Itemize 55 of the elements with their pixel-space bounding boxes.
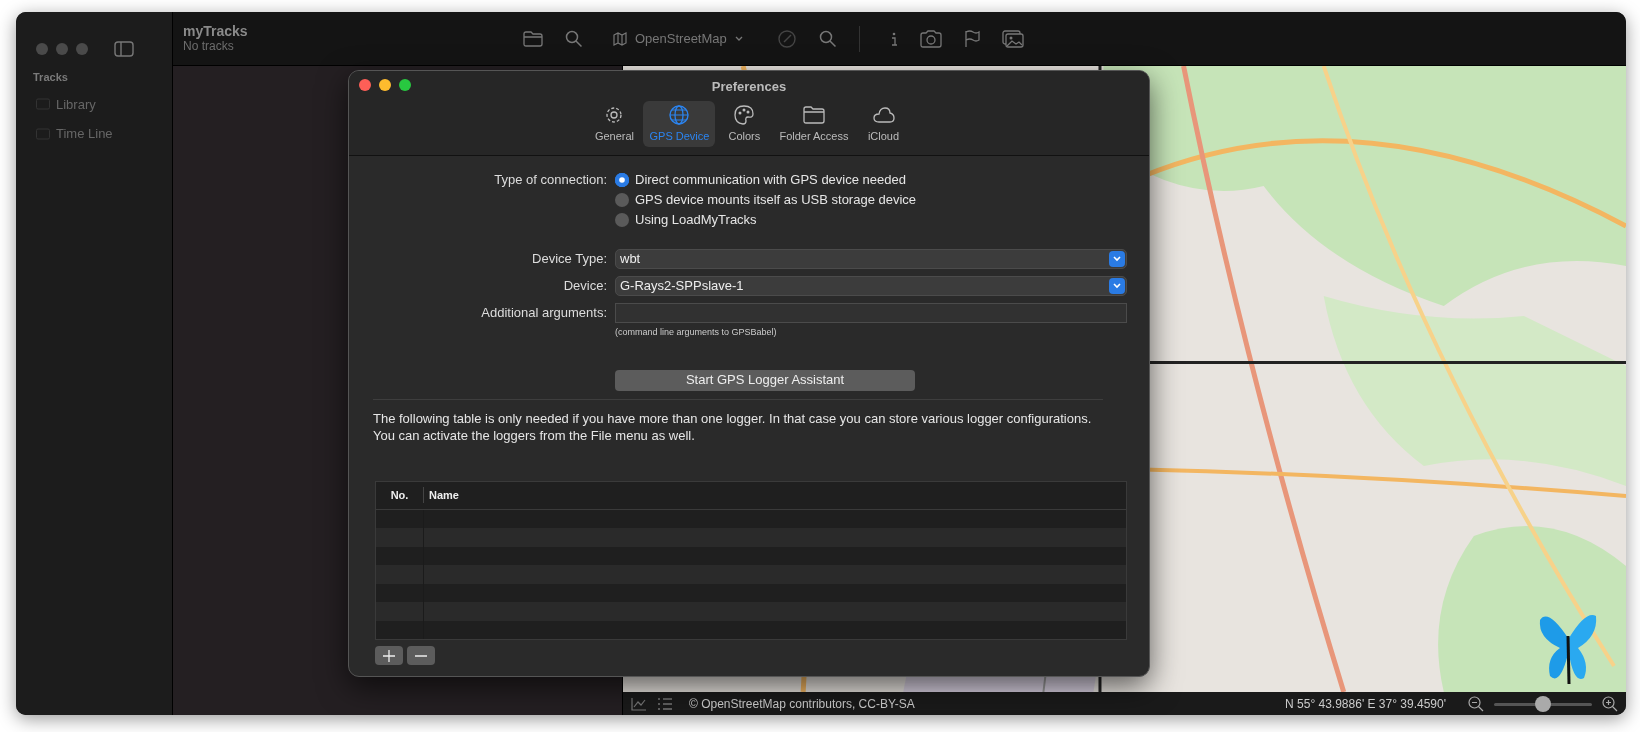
column-header[interactable]: No.	[376, 486, 424, 504]
field-label: Device:	[562, 277, 607, 296]
palette-icon	[733, 103, 756, 126]
folder-icon[interactable]	[523, 30, 543, 47]
radio-button[interactable]	[615, 193, 629, 207]
field-label: Device Type:	[531, 250, 607, 269]
search-icon[interactable]	[565, 29, 583, 48]
map-source-dropdown[interactable]: OpenStreetMap	[613, 28, 743, 49]
preferences-tab[interactable]: iCloud	[856, 100, 911, 147]
add-button[interactable]	[375, 646, 403, 666]
search-icon[interactable]	[818, 29, 837, 48]
radio-label[interactable]: GPS device mounts itself as USB storage device	[635, 190, 917, 210]
zoom-button[interactable]	[399, 79, 411, 91]
flag-icon[interactable]	[963, 29, 980, 48]
zoom-in-icon[interactable]	[1602, 695, 1618, 712]
column-header[interactable]: Name	[424, 486, 1126, 504]
plus-icon	[383, 649, 395, 662]
radio-label[interactable]: Direct communication with GPS device needed	[635, 170, 906, 190]
remove-button[interactable]	[407, 646, 435, 666]
dialog-title: Preferences	[711, 79, 787, 94]
device-type-select[interactable]: wbt	[615, 249, 1127, 269]
device-select[interactable]: G-Rays2-SPPslave-1	[615, 276, 1127, 296]
caret-icon	[734, 35, 743, 42]
folder-icon	[802, 103, 825, 126]
close-button[interactable]	[359, 79, 371, 91]
info-icon[interactable]	[889, 30, 898, 47]
camera-icon[interactable]	[919, 29, 942, 48]
list-icon[interactable]	[657, 696, 673, 711]
radio-button[interactable]	[615, 173, 629, 187]
chevron-icon	[1112, 255, 1122, 263]
preferences-tab[interactable]: Colors	[717, 100, 772, 147]
sidebar-heading: Tracks	[32, 70, 69, 85]
minimize-button[interactable]	[379, 79, 391, 91]
coordinates: N 55° 43.9886' E 37° 39.4590'	[1285, 695, 1446, 713]
arguments-field[interactable]	[615, 303, 1127, 323]
zoom-slider[interactable]	[1494, 695, 1592, 712]
chevron-icon	[1112, 282, 1122, 290]
preferences-tab[interactable]: General	[587, 100, 642, 147]
map-icon	[613, 31, 627, 46]
chart-icon[interactable]	[631, 696, 647, 711]
description-text: The following table is only needed if you have more than one logger. In that case you can store various logger configurations. You can activate the loggers from the File menu as well.	[373, 398, 1103, 445]
zoom-out-icon[interactable]	[1468, 695, 1484, 712]
photos-icon[interactable]	[1001, 29, 1024, 48]
field-label: Type of connection:	[493, 171, 607, 189]
preferences-tab[interactable]: Folder Access	[773, 100, 855, 147]
field-label: Additional arguments:	[480, 304, 607, 323]
radio-label[interactable]: Using LoadMyTracks	[635, 210, 757, 230]
window-title: myTracks	[183, 24, 248, 40]
field-hint: (command line arguments to GPSBabel)	[615, 326, 778, 339]
sidebar-toggle-icon[interactable]	[114, 40, 134, 57]
radio-button[interactable]	[615, 213, 629, 227]
map-attribution: © OpenStreetMap contributors, CC-BY-SA	[689, 695, 915, 713]
assistant-button[interactable]: Start GPS Logger Assistant	[615, 369, 915, 391]
window-subtitle: No tracks	[183, 39, 234, 53]
globe-icon	[668, 103, 691, 126]
